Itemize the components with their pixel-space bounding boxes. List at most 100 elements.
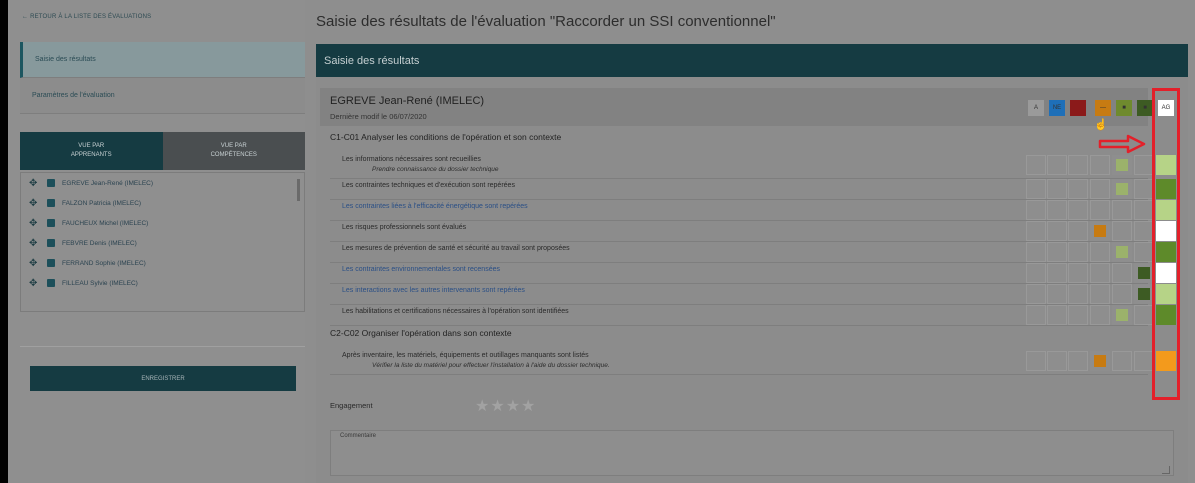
rating-cell[interactable] xyxy=(1047,155,1067,175)
legend-swatch: A xyxy=(1028,100,1044,116)
rating-cell[interactable] xyxy=(1134,155,1154,175)
rating-cell[interactable] xyxy=(1112,221,1132,241)
list-item[interactable]: ✥ FAUCHEUX Michel (IMELEC) xyxy=(21,213,304,233)
side-menu: Saisie des résultats Paramètres de l'éva… xyxy=(20,42,305,114)
rating-cell[interactable] xyxy=(1134,200,1154,220)
comment-label: Commentaire xyxy=(340,433,377,439)
move-icon[interactable]: ✥ xyxy=(29,198,41,209)
move-icon[interactable]: ✥ xyxy=(29,278,41,289)
rating-stars[interactable]: ★★★★ xyxy=(475,396,536,416)
section-header: Saisie des résultats xyxy=(316,44,1188,77)
checkbox-checked[interactable] xyxy=(47,199,55,207)
rating-cell[interactable] xyxy=(1047,284,1067,304)
rating-cell[interactable] xyxy=(1090,155,1110,175)
learner-name: FERRAND Sophie (IMELEC) xyxy=(62,259,146,267)
rating-cell[interactable] xyxy=(1068,242,1088,262)
rating-cell[interactable] xyxy=(1068,200,1088,220)
rating-cell[interactable] xyxy=(1026,200,1046,220)
legend-swatch: NE xyxy=(1049,100,1065,116)
rating-cell[interactable] xyxy=(1047,351,1067,371)
side-item-results[interactable]: Saisie des résultats xyxy=(20,42,305,78)
rating-cell-selected[interactable] xyxy=(1134,263,1154,283)
rating-cell[interactable] xyxy=(1134,221,1154,241)
rating-cell[interactable] xyxy=(1026,155,1046,175)
criterion-note: Vérifier la liste du matériel pour effec… xyxy=(372,362,610,369)
checkbox-checked[interactable] xyxy=(47,259,55,267)
checkbox-checked[interactable] xyxy=(47,239,55,247)
rating-cell[interactable] xyxy=(1068,351,1088,371)
learner-title: EGREVE Jean-René (IMELEC) xyxy=(330,95,485,107)
rating-cell-selected[interactable] xyxy=(1112,179,1132,199)
list-item[interactable]: ✥ FERRAND Sophie (IMELEC) xyxy=(21,253,304,273)
rating-cell[interactable] xyxy=(1090,284,1110,304)
rating-cell-selected[interactable] xyxy=(1112,242,1132,262)
side-item-settings[interactable]: Paramètres de l'évaluation xyxy=(20,78,305,114)
tab-by-learner[interactable]: VUE PAR APPRENANTS xyxy=(20,132,163,170)
rating-cell[interactable] xyxy=(1047,263,1067,283)
learner-name: FILLEAU Sylvie (IMELEC) xyxy=(62,279,138,287)
rating-cell-selected[interactable] xyxy=(1090,221,1110,241)
rating-cell[interactable] xyxy=(1026,242,1046,262)
list-item[interactable]: ✥ FILLEAU Sylvie (IMELEC) xyxy=(21,273,304,293)
rating-cell[interactable] xyxy=(1026,305,1046,325)
resize-handle-icon[interactable] xyxy=(1162,466,1170,474)
rating-cell[interactable] xyxy=(1068,155,1088,175)
criterion-label[interactable]: Les contraintes liées à l'efficacité éne… xyxy=(342,203,528,210)
rating-cell[interactable] xyxy=(1068,221,1088,241)
rating-cell[interactable] xyxy=(1026,263,1046,283)
checkbox-checked[interactable] xyxy=(47,179,55,187)
rating-cell[interactable] xyxy=(1090,242,1110,262)
move-icon[interactable]: ✥ xyxy=(29,178,41,189)
learner-name: FALZON Patricia (IMELEC) xyxy=(62,199,142,207)
rating-cell[interactable] xyxy=(1112,263,1132,283)
competence-title: C2-C02 Organiser l'opération dans son co… xyxy=(330,328,512,338)
scrollbar[interactable] xyxy=(297,179,300,201)
checkbox-checked[interactable] xyxy=(47,219,55,227)
criterion-label[interactable]: Les interactions avec les autres interve… xyxy=(342,287,525,294)
criterion-label: Les habilitations et certifications néce… xyxy=(342,308,569,315)
rating-cell[interactable] xyxy=(1134,305,1154,325)
back-to-list-link[interactable]: ← RETOUR À LA LISTE DES ÉVALUATIONS xyxy=(22,14,151,20)
ag-column-highlight xyxy=(1152,88,1180,400)
list-item[interactable]: ✥ EGREVE Jean-René (IMELEC) xyxy=(21,173,304,193)
rating-cell[interactable] xyxy=(1026,221,1046,241)
move-icon[interactable]: ✥ xyxy=(29,258,41,269)
rating-cell[interactable] xyxy=(1047,179,1067,199)
list-item[interactable]: ✥ FALZON Patricia (IMELEC) xyxy=(21,193,304,213)
move-icon[interactable]: ✥ xyxy=(29,218,41,229)
rating-cell-selected[interactable] xyxy=(1134,284,1154,304)
rating-cell[interactable] xyxy=(1047,200,1067,220)
rating-cell-selected[interactable] xyxy=(1112,305,1132,325)
comment-field[interactable] xyxy=(330,430,1174,476)
rating-cell[interactable] xyxy=(1090,179,1110,199)
rating-cell[interactable] xyxy=(1047,305,1067,325)
rating-cell[interactable] xyxy=(1090,263,1110,283)
rating-cell[interactable] xyxy=(1068,179,1088,199)
tab-by-competence[interactable]: VUE PAR COMPÉTENCES xyxy=(162,132,305,170)
rating-cell[interactable] xyxy=(1112,284,1132,304)
rating-cell[interactable] xyxy=(1026,351,1046,371)
rating-cell[interactable] xyxy=(1090,200,1110,220)
tab-label: VUE PAR APPRENANTS xyxy=(70,143,112,158)
rating-cell[interactable] xyxy=(1068,263,1088,283)
move-icon[interactable]: ✥ xyxy=(29,238,41,249)
rating-cell[interactable] xyxy=(1134,242,1154,262)
save-button[interactable]: ENREGISTRER xyxy=(30,366,296,391)
rating-cell[interactable] xyxy=(1047,242,1067,262)
rating-cell[interactable] xyxy=(1068,284,1088,304)
list-item[interactable]: ✥ FEBVRE Denis (IMELEC) xyxy=(21,233,304,253)
criterion-label[interactable]: Les contraintes environnementales sont r… xyxy=(342,266,500,273)
rating-cell-selected[interactable] xyxy=(1090,351,1110,371)
rating-cell[interactable] xyxy=(1134,351,1154,371)
rating-cell[interactable] xyxy=(1112,351,1132,371)
arrow-icon xyxy=(1098,134,1146,154)
rating-cell[interactable] xyxy=(1047,221,1067,241)
rating-cell[interactable] xyxy=(1090,305,1110,325)
checkbox-checked[interactable] xyxy=(47,279,55,287)
rating-cell[interactable] xyxy=(1134,179,1154,199)
rating-cell[interactable] xyxy=(1068,305,1088,325)
rating-cell-selected[interactable] xyxy=(1112,155,1132,175)
rating-cell[interactable] xyxy=(1112,200,1132,220)
rating-cell[interactable] xyxy=(1026,284,1046,304)
rating-cell[interactable] xyxy=(1026,179,1046,199)
